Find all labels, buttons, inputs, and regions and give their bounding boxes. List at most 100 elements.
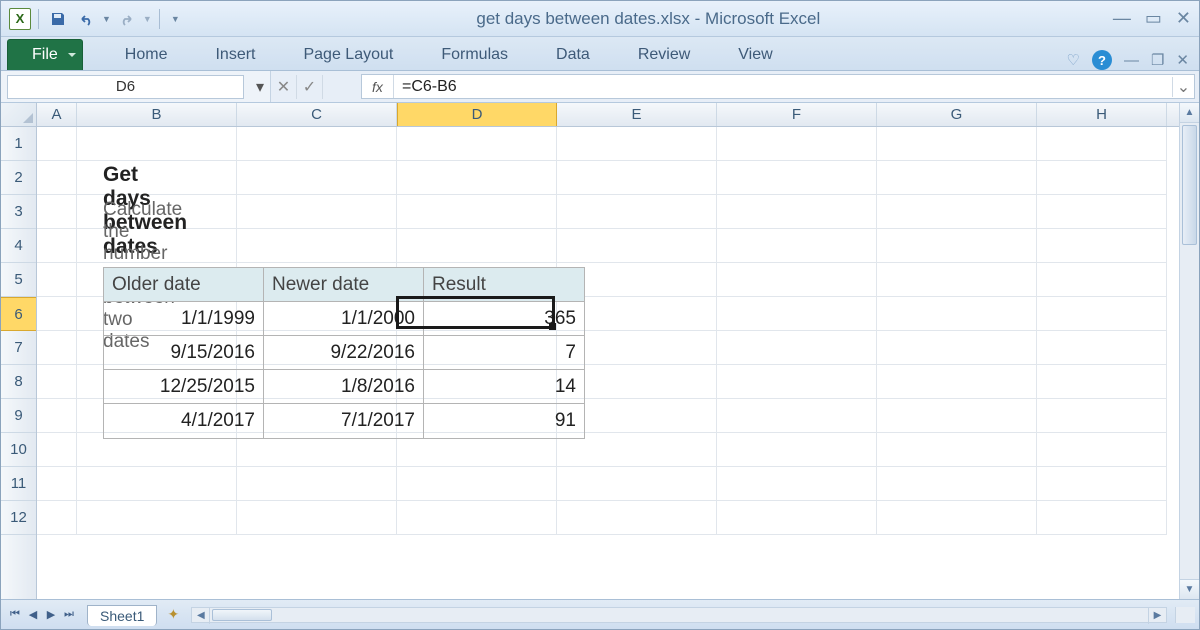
table-cell[interactable]: 1/8/2016 — [264, 370, 424, 404]
column-header-D[interactable]: D — [397, 103, 557, 126]
first-sheet-button[interactable]: ⏮ — [7, 607, 23, 623]
table-cell[interactable]: 9/15/2016 — [104, 336, 264, 370]
table-cell[interactable]: 7/1/2017 — [264, 404, 424, 438]
prev-sheet-button[interactable]: ◀ — [25, 607, 41, 623]
last-sheet-button[interactable]: ⏭ — [61, 607, 77, 623]
redo-icon — [119, 12, 135, 26]
window-title: get days between dates.xlsx - Microsoft … — [184, 9, 1113, 29]
next-sheet-button[interactable]: ▶ — [43, 607, 59, 623]
new-sheet-button[interactable]: ✦ — [163, 607, 183, 623]
excel-window: X ▼ ▼ ▼ get days between dates.xlsx - Mi… — [0, 0, 1200, 630]
row-headers: 123456789101112 — [1, 127, 37, 599]
row-header-9[interactable]: 9 — [1, 399, 36, 433]
column-header-C[interactable]: C — [237, 103, 397, 126]
ribbon-tab-data[interactable]: Data — [532, 40, 614, 70]
separator — [159, 9, 160, 29]
accept-formula-button[interactable]: ✓ — [297, 75, 323, 99]
excel-app-icon[interactable]: X — [9, 8, 31, 30]
save-button[interactable] — [46, 7, 70, 31]
name-box-wrap: D6 ▾ — [1, 71, 271, 102]
ribbon-tab-home[interactable]: Home — [101, 40, 192, 70]
row-header-12[interactable]: 12 — [1, 501, 36, 535]
title-bar: X ▼ ▼ ▼ get days between dates.xlsx - Mi… — [1, 1, 1199, 37]
table-cell[interactable]: 9/22/2016 — [264, 336, 424, 370]
undo-button[interactable] — [74, 7, 98, 31]
row-header-11[interactable]: 11 — [1, 467, 36, 501]
table-cell[interactable]: 365 — [424, 302, 584, 336]
scroll-left-button[interactable]: ◀ — [192, 608, 210, 624]
horizontal-scrollbar[interactable]: ◀ ▶ — [191, 607, 1167, 623]
table-cell[interactable]: 1/1/1999 — [104, 302, 264, 336]
separator — [38, 9, 39, 29]
close-button[interactable]: ✕ — [1176, 8, 1191, 29]
scroll-track[interactable] — [1180, 127, 1199, 579]
qat-customize-icon[interactable]: ▼ — [167, 14, 184, 24]
workbook-minimize-button[interactable]: — — [1124, 52, 1139, 69]
formula-bar: D6 ▾ ✕ ✓ fx =C6-B6 ⌄ — [1, 71, 1199, 103]
row-header-3[interactable]: 3 — [1, 195, 36, 229]
column-header-G[interactable]: G — [877, 103, 1037, 126]
select-all-corner[interactable] — [1, 103, 37, 126]
expand-formula-bar-icon[interactable]: ⌄ — [1172, 77, 1194, 97]
fx-icon[interactable]: fx — [362, 75, 394, 98]
help-icon[interactable]: ? — [1092, 50, 1112, 70]
sheet-nav: ⏮ ◀ ▶ ⏭ — [1, 607, 83, 623]
hscroll-thumb[interactable] — [212, 609, 272, 621]
sheet-tab-active[interactable]: Sheet1 — [87, 605, 157, 626]
column-header-A[interactable]: A — [37, 103, 77, 126]
vertical-scrollbar[interactable]: ▲ ▼ — [1179, 127, 1199, 599]
row-header-4[interactable]: 4 — [1, 229, 36, 263]
file-tab[interactable]: File — [7, 39, 83, 70]
ribbon-tab-page-layout[interactable]: Page Layout — [279, 40, 417, 70]
spreadsheet-grid: ABCDEFGH 123456789101112 Get days betwee… — [1, 103, 1199, 599]
column-headers: ABCDEFGH — [1, 103, 1199, 127]
row-header-2[interactable]: 2 — [1, 161, 36, 195]
minimize-button[interactable]: — — [1113, 8, 1131, 29]
formula-input[interactable]: =C6-B6 — [394, 78, 1172, 96]
column-header-F[interactable]: F — [717, 103, 877, 126]
ribbon-tab-review[interactable]: Review — [614, 40, 714, 70]
row-header-5[interactable]: 5 — [1, 263, 36, 297]
ribbon-right-controls: ♡ ? — ❐ ✕ — [1067, 50, 1199, 70]
status-bar: ⏮ ◀ ▶ ⏭ Sheet1 ✦ ◀ ▶ — [1, 599, 1199, 629]
ribbon-tab-view[interactable]: View — [714, 40, 796, 70]
table-header: Newer date — [264, 268, 424, 302]
name-box-dropdown-icon[interactable]: ▾ — [250, 77, 270, 97]
ribbon-tab-formulas[interactable]: Formulas — [417, 40, 532, 70]
column-header-E[interactable]: E — [557, 103, 717, 126]
save-icon — [50, 11, 66, 27]
redo-button[interactable] — [115, 7, 139, 31]
data-table: Older dateNewer dateResult1/1/19991/1/20… — [103, 267, 585, 439]
row-header-8[interactable]: 8 — [1, 365, 36, 399]
table-cell[interactable]: 4/1/2017 — [104, 404, 264, 438]
maximize-button[interactable]: ▭ — [1145, 8, 1162, 29]
cells-area[interactable]: Get days between dates Calculate the num… — [37, 127, 1199, 599]
row-header-6[interactable]: 6 — [1, 297, 36, 331]
name-box[interactable]: D6 — [7, 75, 244, 99]
workbook-close-button[interactable]: ✕ — [1176, 51, 1189, 69]
row-header-1[interactable]: 1 — [1, 127, 36, 161]
row-header-7[interactable]: 7 — [1, 331, 36, 365]
split-handle[interactable] — [1175, 607, 1195, 623]
column-header-H[interactable]: H — [1037, 103, 1167, 126]
table-cell[interactable]: 91 — [424, 404, 584, 438]
undo-dropdown-icon[interactable]: ▼ — [102, 14, 111, 24]
table-cell[interactable]: 14 — [424, 370, 584, 404]
ribbon-minimize-icon[interactable]: ♡ — [1067, 51, 1080, 69]
cancel-formula-button[interactable]: ✕ — [271, 75, 297, 99]
column-header-B[interactable]: B — [77, 103, 237, 126]
table-cell[interactable]: 1/1/2000 — [264, 302, 424, 336]
quick-access-toolbar: X ▼ ▼ ▼ — [9, 7, 184, 31]
table-cell[interactable]: 7 — [424, 336, 584, 370]
scroll-right-button[interactable]: ▶ — [1148, 608, 1166, 624]
row-header-10[interactable]: 10 — [1, 433, 36, 467]
table-header: Result — [424, 268, 584, 302]
workbook-restore-button[interactable]: ❐ — [1151, 51, 1164, 69]
table-cell[interactable]: 12/25/2015 — [104, 370, 264, 404]
ribbon-tab-insert[interactable]: Insert — [191, 40, 279, 70]
scroll-down-button[interactable]: ▼ — [1180, 579, 1199, 599]
redo-dropdown-icon[interactable]: ▼ — [143, 14, 152, 24]
scroll-thumb[interactable] — [1182, 127, 1197, 245]
undo-icon — [78, 12, 94, 26]
formula-input-area: fx =C6-B6 ⌄ — [361, 74, 1195, 99]
